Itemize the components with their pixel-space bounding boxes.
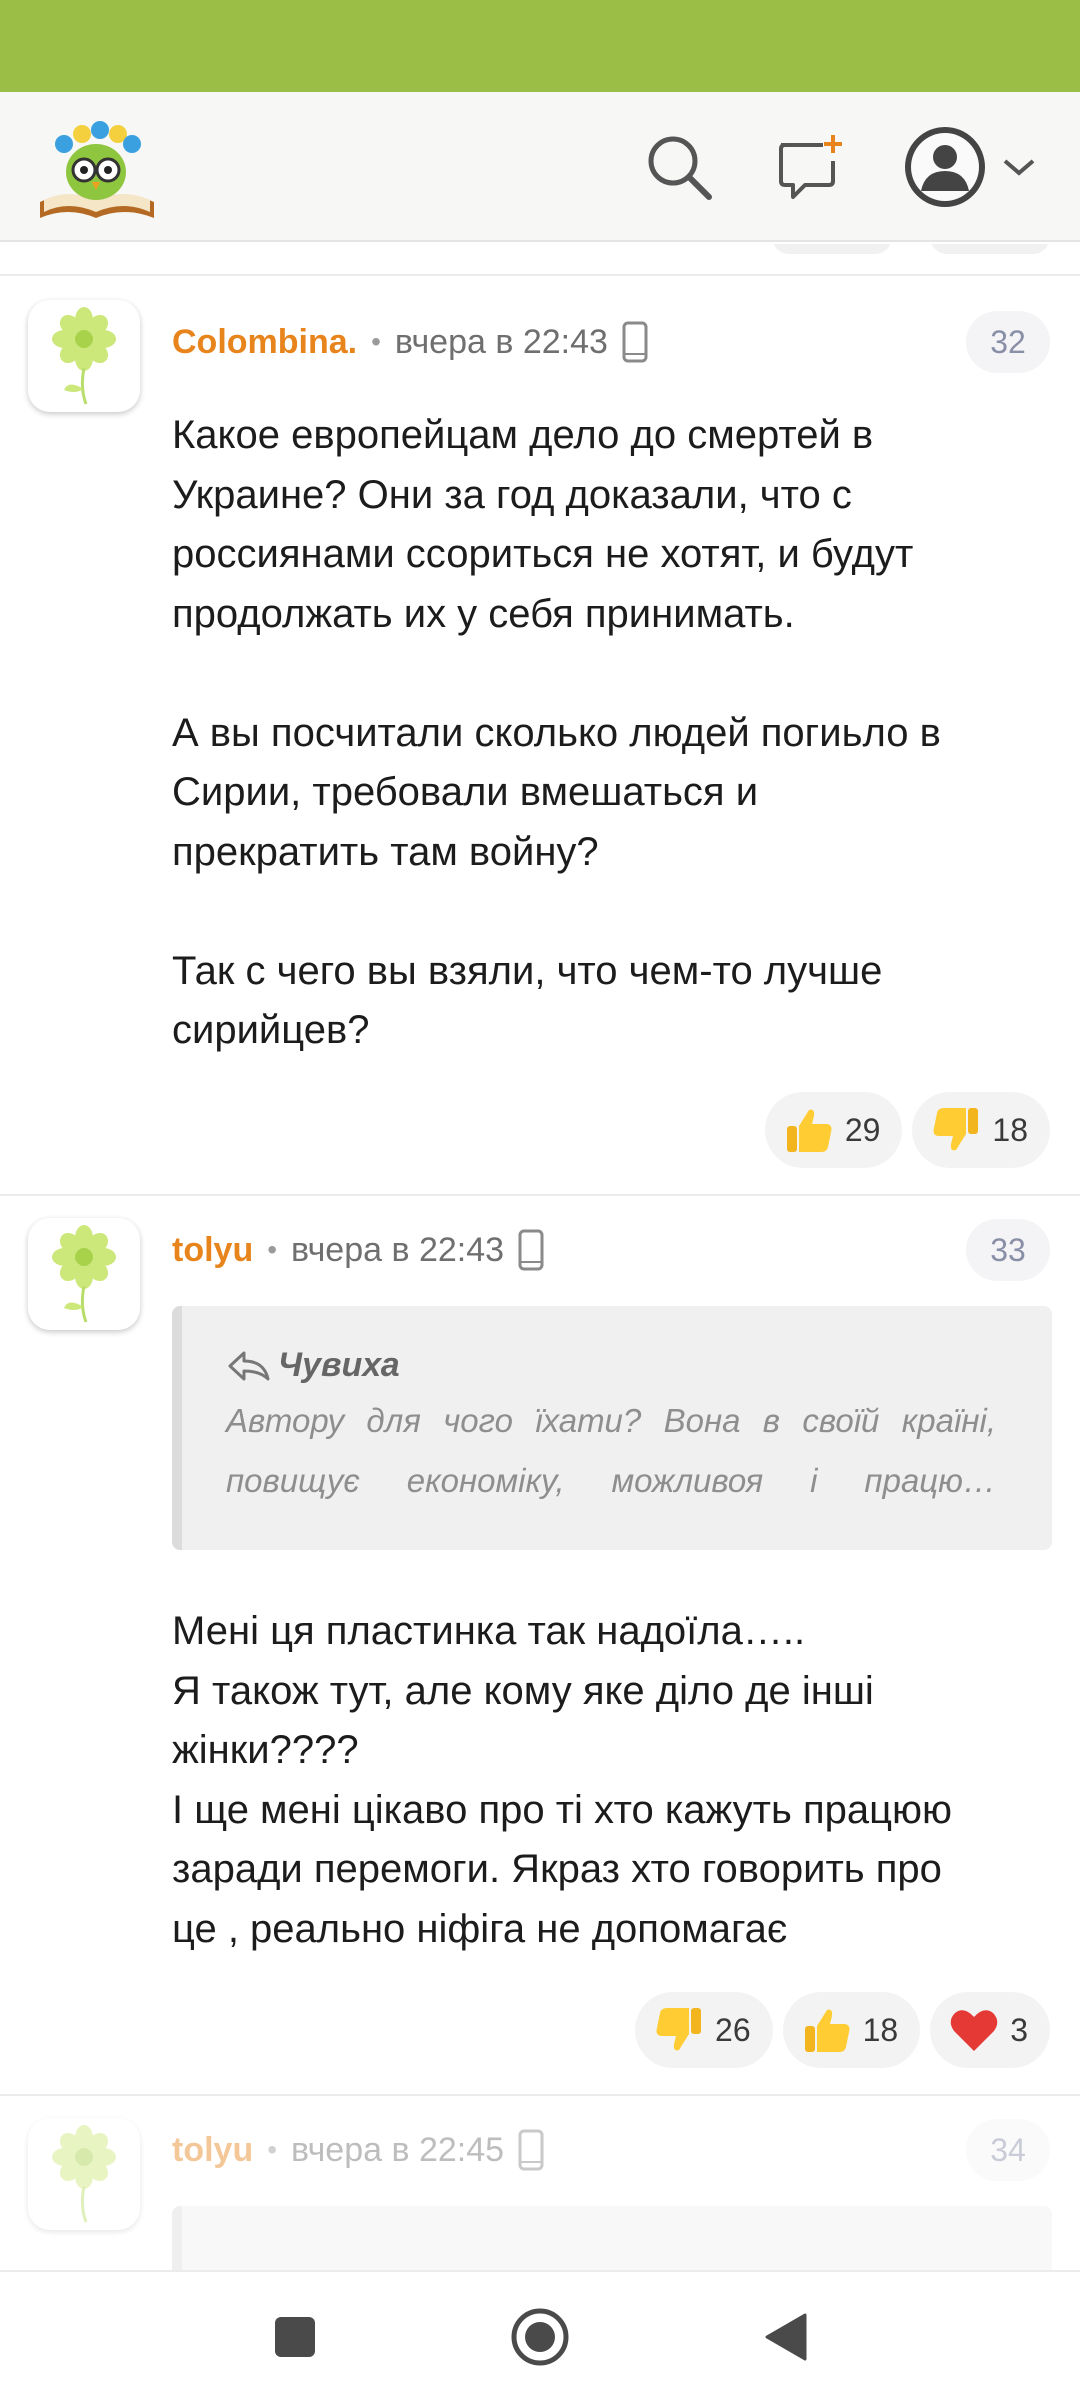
profile-menu-button[interactable] [896, 122, 1046, 212]
reply-arrow-icon [228, 1351, 270, 1380]
comment-time[interactable]: вчера в 22:43 [291, 1231, 504, 1270]
search-icon [648, 136, 712, 200]
thumbs-down-icon [651, 2002, 707, 2058]
avatar[interactable] [28, 300, 140, 412]
comment-body: Какое европейцам дело до смертей в Украи… [172, 406, 1058, 1061]
comment-meta: tolyu • вчера в 22:45 [172, 2128, 544, 2172]
new-message-icon [779, 135, 842, 199]
new-post-button[interactable] [766, 122, 856, 212]
reaction-thumbs-down[interactable]: 18 [912, 1092, 1050, 1168]
comment-line: Мені ця пластинка так надоїла….. [172, 1609, 806, 1653]
app-header [0, 92, 1080, 242]
reaction-count: 29 [844, 1111, 881, 1148]
circle-home-icon [511, 2308, 569, 2366]
comment-number-badge[interactable]: 33 [966, 1219, 1050, 1281]
comment-item: tolyu • вчера в 22:45 34 [0, 2094, 1080, 2270]
comment-line: россиянами ссориться не хотят, и будут [172, 532, 914, 576]
reaction-heart[interactable]: 3 [930, 1992, 1050, 2068]
comment-time[interactable]: вчера в 22:45 [291, 2131, 504, 2170]
comment-line: І ще мені цікаво про ті хто кажуть працю… [172, 1787, 952, 1832]
avatar[interactable] [28, 1218, 140, 1330]
comment-number-badge[interactable]: 34 [966, 2119, 1050, 2181]
comment-feed[interactable]: Colombina. • вчера в 22:43 32 Какое евро… [0, 244, 1080, 2270]
separator-dot: • [371, 326, 381, 357]
triangle-back-icon [765, 2313, 807, 2361]
reaction-thumbs-up[interactable]: 18 [782, 1992, 921, 2068]
flower-avatar-icon [52, 2125, 116, 2223]
comment-number-badge[interactable]: 32 [966, 311, 1050, 373]
comment-item: Colombina. • вчера в 22:43 32 Какое евро… [0, 274, 1080, 1168]
quote-author-name: Чувиха [278, 1346, 400, 1384]
author-name[interactable]: Colombina. [172, 323, 357, 362]
reaction-bar: 29 18 [764, 1092, 1050, 1168]
avatar[interactable] [28, 2118, 140, 2230]
chevron-down-icon [1003, 159, 1035, 176]
quote-text-line: Автору для чого їхати? Вона в своїй краї… [226, 1402, 996, 1439]
thumbs-up-icon [781, 1102, 837, 1158]
quote-author: Чувиха [226, 1346, 400, 1385]
quoted-reply[interactable]: Чувиха Автору для чого їхати? Вона в сво… [172, 1306, 1052, 1550]
comment-line: Так с чего вы взяли, что чем-то лучше [172, 948, 883, 993]
thumbs-down-icon [928, 1102, 984, 1158]
separator-dot: • [267, 2134, 278, 2165]
flower-avatar-icon [52, 1225, 116, 1323]
author-name[interactable]: tolyu [172, 2131, 253, 2170]
comment-line: продолжать их у себя принимать. [172, 591, 795, 636]
prev-reaction-pill [772, 244, 892, 254]
reaction-thumbs-up[interactable]: 29 [764, 1092, 903, 1168]
mobile-device-icon [518, 1229, 544, 1271]
comment-line-empty [172, 644, 1058, 704]
comment-item: tolyu • вчера в 22:43 33 Чувиха Автору д… [0, 1194, 1080, 2094]
mobile-device-icon [518, 2129, 544, 2171]
recents-button[interactable] [255, 2302, 335, 2372]
comment-line: Сирии, требовали вмешаться и [172, 770, 759, 814]
comment-meta: tolyu • вчера в 22:43 [172, 1228, 544, 1272]
prev-reaction-pill [930, 244, 1050, 254]
quote-text-line: повищує економіку, можливоя і працю… [226, 1462, 996, 1499]
comment-line: це , реально ніфіга не допомагає [172, 1906, 788, 1951]
comment-time[interactable]: вчера в 22:43 [395, 323, 608, 362]
flower-avatar-icon [52, 307, 116, 405]
back-button[interactable] [745, 2302, 825, 2372]
reaction-count: 3 [1010, 2011, 1028, 2048]
user-avatar-icon [905, 127, 985, 207]
comment-body: Мені ця пластинка так надоїла….. Я також… [172, 1602, 1058, 1959]
thumbs-up-icon [799, 2002, 855, 2058]
status-bar [0, 0, 1080, 92]
comment-line: Какое европейцам дело до смертей в [172, 413, 874, 457]
reaction-bar: 26 18 3 [635, 1992, 1050, 2068]
home-button[interactable] [500, 2302, 580, 2372]
reaction-count: 18 [992, 1111, 1028, 1148]
comment-line-empty [172, 882, 1058, 942]
system-nav-bar [0, 2270, 1080, 2400]
comment-line: сирийцев? [172, 1008, 370, 1052]
heart-icon [946, 2002, 1002, 2058]
reaction-thumbs-down[interactable]: 26 [635, 1992, 773, 2068]
separator-dot: • [267, 1234, 278, 1265]
author-name[interactable]: tolyu [172, 1231, 253, 1270]
comment-line: А вы посчитали сколько людей погиьло в [172, 710, 941, 755]
mobile-device-icon [622, 321, 648, 363]
comment-line: прекратить там войну? [172, 829, 599, 874]
comment-meta: Colombina. • вчера в 22:43 [172, 320, 648, 364]
comment-line: Украине? Они за год доказали, что с [172, 472, 852, 517]
comment-line: Я також тут, але кому яке діло де інші [172, 1668, 874, 1713]
site-logo-icon[interactable] [34, 112, 160, 224]
quoted-reply[interactable] [172, 2206, 1052, 2270]
reaction-count: 18 [862, 2011, 899, 2048]
comment-line: жінки???? [172, 1728, 359, 1772]
comment-line: заради перемоги. Якраз хто говорить про [172, 1847, 942, 1891]
square-icon [275, 2317, 315, 2357]
reaction-count: 26 [715, 2011, 751, 2048]
search-button[interactable] [634, 122, 724, 212]
